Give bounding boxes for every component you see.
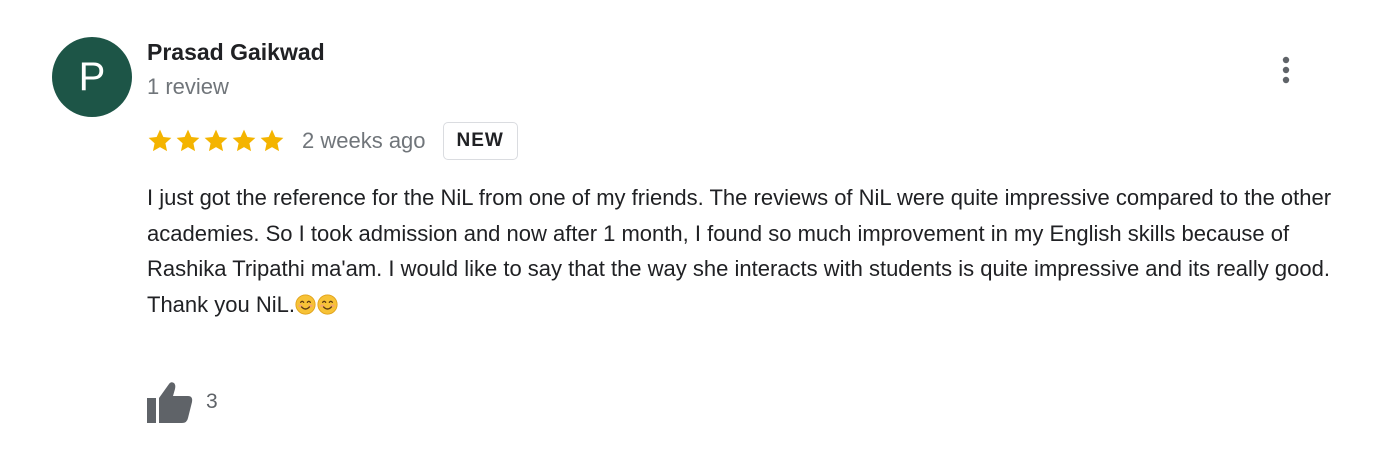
smiling-face-icon bbox=[295, 293, 316, 315]
review-count: 1 review bbox=[147, 74, 229, 99]
more-vert-icon bbox=[1282, 56, 1290, 84]
avatar[interactable]: P bbox=[52, 37, 132, 117]
review-text: I just got the reference for the NiL fro… bbox=[147, 180, 1347, 322]
star-filled-icon bbox=[260, 129, 284, 152]
star-filled-icon bbox=[204, 129, 228, 152]
review-closing-text: Thank you NiL. bbox=[147, 291, 295, 317]
more-options-button[interactable] bbox=[1270, 52, 1302, 88]
thumbs-up-icon bbox=[147, 382, 193, 423]
smiling-face-icon bbox=[317, 293, 338, 315]
avatar-initial: P bbox=[78, 55, 106, 99]
review-date: 2 weeks ago bbox=[302, 128, 426, 153]
star-rating bbox=[147, 128, 285, 154]
rating-row: 2 weeks ago NEW bbox=[147, 120, 518, 162]
reviewer-name[interactable]: Prasad Gaikwad bbox=[147, 39, 325, 66]
like-button[interactable] bbox=[147, 380, 193, 424]
star-filled-icon bbox=[232, 129, 256, 152]
star-filled-icon bbox=[176, 129, 200, 152]
review-closing: Thank you NiL. bbox=[147, 287, 1347, 323]
new-badge: NEW bbox=[442, 122, 518, 160]
star-filled-icon bbox=[148, 129, 172, 152]
like-row: 3 bbox=[147, 380, 218, 424]
like-count: 3 bbox=[206, 390, 218, 413]
review-paragraph: I just got the reference for the NiL fro… bbox=[147, 185, 1332, 281]
review-card: P Prasad Gaikwad 1 review 2 weeks ago NE… bbox=[0, 0, 1394, 468]
